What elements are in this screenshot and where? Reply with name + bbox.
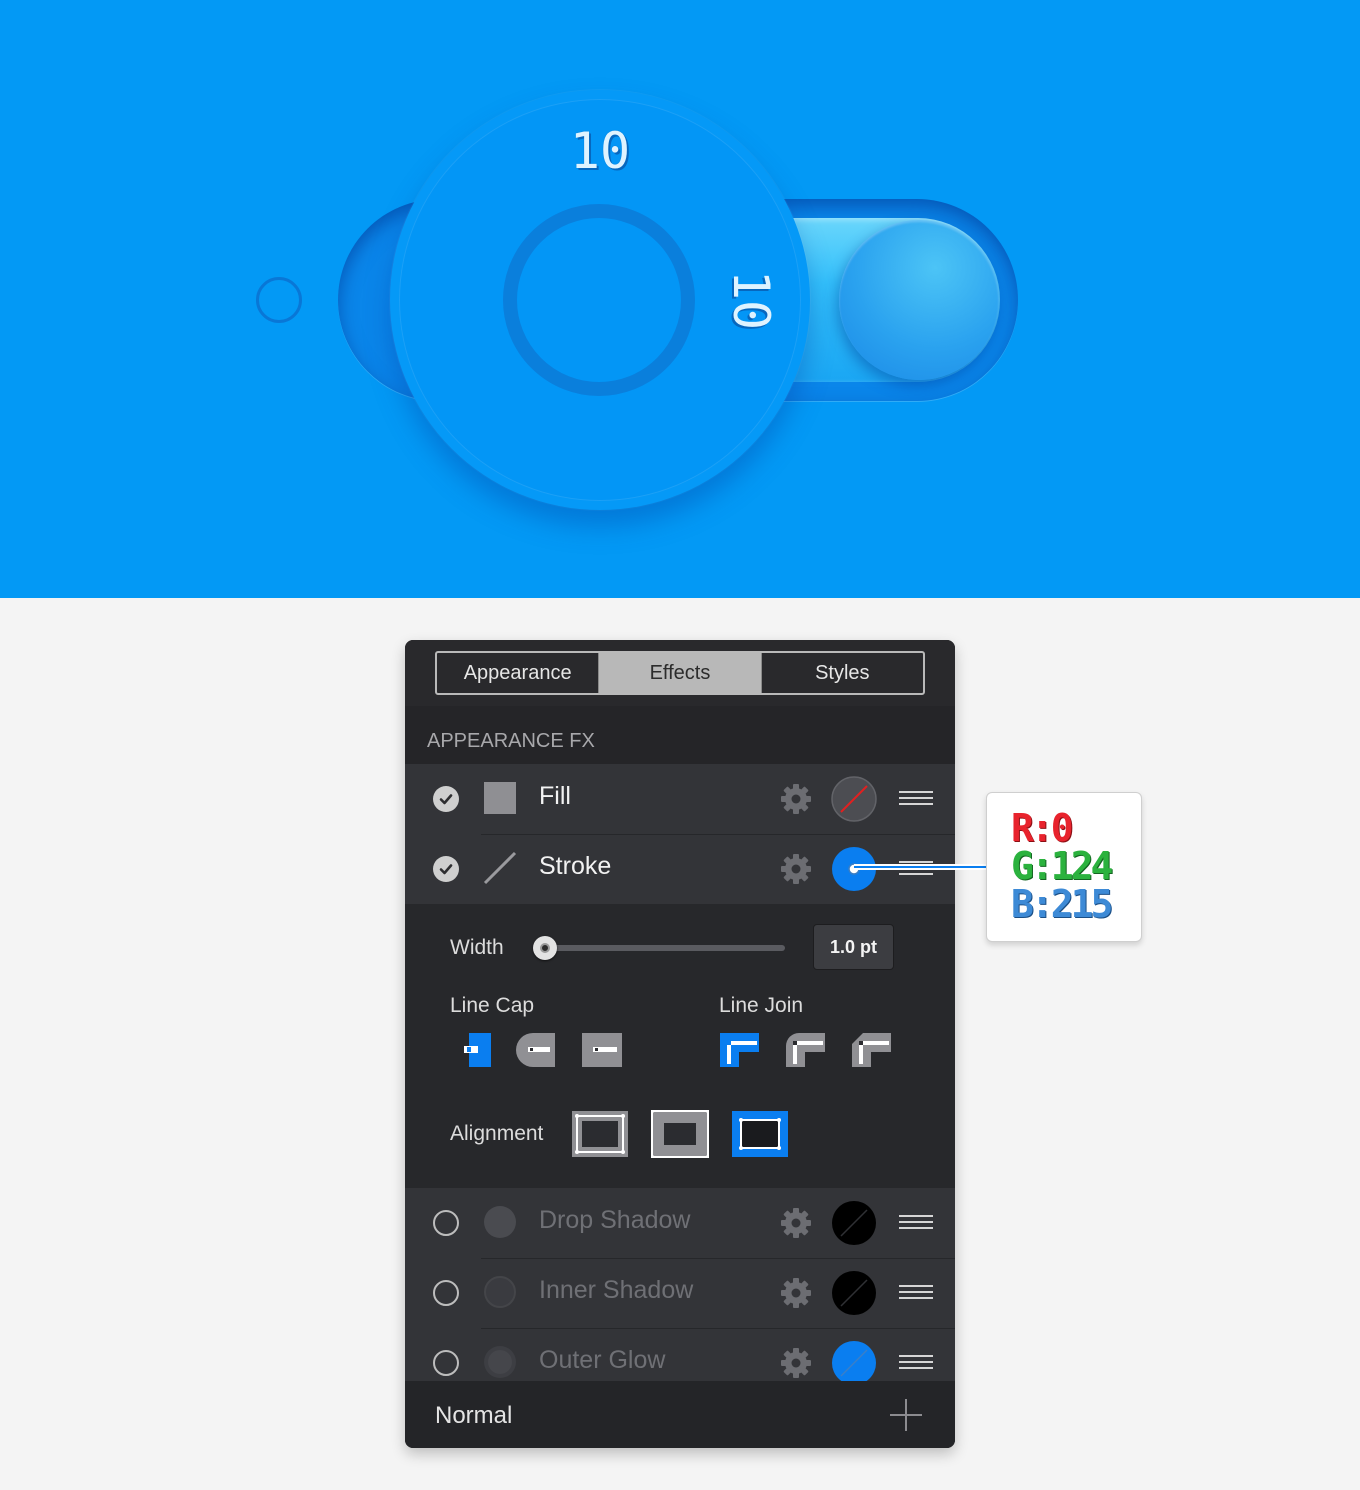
- drag-handle-icon[interactable]: [899, 791, 933, 807]
- effect-label-drop-shadow: Drop Shadow: [539, 1206, 691, 1234]
- butt-cap-icon[interactable]: [463, 1032, 493, 1068]
- rgb-callout: R:0 G:124 B:215: [986, 792, 1142, 942]
- toggle-illustration: 10 10: [0, 0, 1360, 598]
- rgb-green-value: G:124: [1011, 844, 1113, 888]
- effect-row-inner-shadow[interactable]: Inner Shadow: [405, 1258, 955, 1328]
- checkmark-icon[interactable]: [433, 856, 459, 882]
- width-slider-thumb[interactable]: [533, 936, 557, 960]
- width-slider-track[interactable]: [535, 945, 785, 951]
- gear-icon[interactable]: [779, 1346, 813, 1380]
- row-divider: [481, 834, 955, 835]
- align-inside-icon[interactable]: [571, 1110, 629, 1158]
- effect-label-inner-shadow: Inner Shadow: [539, 1276, 694, 1304]
- appearance-panel: Appearance Effects Styles APPEARANCE FX …: [405, 640, 955, 1448]
- gear-icon[interactable]: [779, 1206, 813, 1240]
- callout-connector: [854, 864, 988, 870]
- outer-glow-thumb-icon: [484, 1346, 516, 1378]
- stroke-ring: [503, 204, 695, 396]
- miter-join-icon[interactable]: [719, 1032, 761, 1068]
- effect-label-fill: Fill: [539, 782, 571, 810]
- checkmark-icon[interactable]: [433, 786, 459, 812]
- panel-footer: Normal: [405, 1381, 955, 1448]
- rgb-red-value: R:0: [1011, 806, 1074, 850]
- effect-row-fill[interactable]: Fill: [405, 764, 955, 834]
- drag-handle-icon[interactable]: [899, 1215, 933, 1231]
- outer-glow-color-swatch[interactable]: [831, 1340, 877, 1386]
- width-label: Width: [450, 936, 504, 959]
- section-title: APPEARANCE FX: [405, 706, 955, 764]
- line-join-label: Line Join: [719, 994, 804, 1017]
- drag-handle-icon[interactable]: [899, 1285, 933, 1301]
- fill-color-swatch[interactable]: [831, 776, 877, 822]
- dimension-label-top: 10: [569, 122, 631, 180]
- stroke-settings: Width 1.0 pt Line Cap Line Join Alignmen…: [405, 904, 955, 1188]
- off-indicator-ring: [256, 277, 302, 323]
- blend-mode-select[interactable]: Normal: [435, 1402, 512, 1430]
- segmented-tabs: Appearance Effects Styles: [435, 651, 925, 695]
- toggle-knob[interactable]: [839, 220, 999, 380]
- tabs-bar: Appearance Effects Styles: [405, 640, 955, 706]
- effect-label-outer-glow: Outer Glow: [539, 1346, 666, 1374]
- inner-shadow-color-swatch[interactable]: [831, 1270, 877, 1316]
- tab-styles[interactable]: Styles: [760, 653, 923, 693]
- effect-row-drop-shadow[interactable]: Drop Shadow: [405, 1188, 955, 1258]
- add-icon[interactable]: [889, 1398, 923, 1432]
- enable-radio[interactable]: [433, 1280, 459, 1306]
- dimension-label-right: 10: [722, 269, 780, 331]
- drop-shadow-thumb-icon: [484, 1206, 516, 1238]
- row-divider: [481, 1258, 955, 1259]
- gear-icon[interactable]: [779, 782, 813, 816]
- fill-square-icon: [484, 782, 516, 814]
- inner-shadow-thumb-icon: [484, 1276, 516, 1308]
- gear-icon[interactable]: [779, 852, 813, 886]
- line-cap-label: Line Cap: [450, 994, 535, 1017]
- gear-icon[interactable]: [779, 1276, 813, 1310]
- square-cap-icon[interactable]: [581, 1032, 623, 1068]
- enable-radio[interactable]: [433, 1350, 459, 1376]
- width-value-field[interactable]: 1.0 pt: [813, 924, 894, 970]
- enable-radio[interactable]: [433, 1210, 459, 1236]
- effect-label-stroke: Stroke: [539, 852, 612, 880]
- align-outside-icon[interactable]: [731, 1110, 789, 1158]
- tab-appearance[interactable]: Appearance: [437, 653, 598, 693]
- rgb-blue-value: B:215: [1011, 882, 1113, 926]
- round-join-icon[interactable]: [785, 1032, 827, 1068]
- bevel-join-icon[interactable]: [851, 1032, 893, 1068]
- row-divider: [481, 1328, 955, 1329]
- tab-effects[interactable]: Effects: [598, 653, 761, 693]
- alignment-label: Alignment: [450, 1122, 544, 1145]
- round-cap-icon[interactable]: [515, 1032, 557, 1068]
- stroke-line-icon: [483, 851, 517, 885]
- align-center-icon[interactable]: [651, 1110, 709, 1158]
- drag-handle-icon[interactable]: [899, 1355, 933, 1371]
- drop-shadow-color-swatch[interactable]: [831, 1200, 877, 1246]
